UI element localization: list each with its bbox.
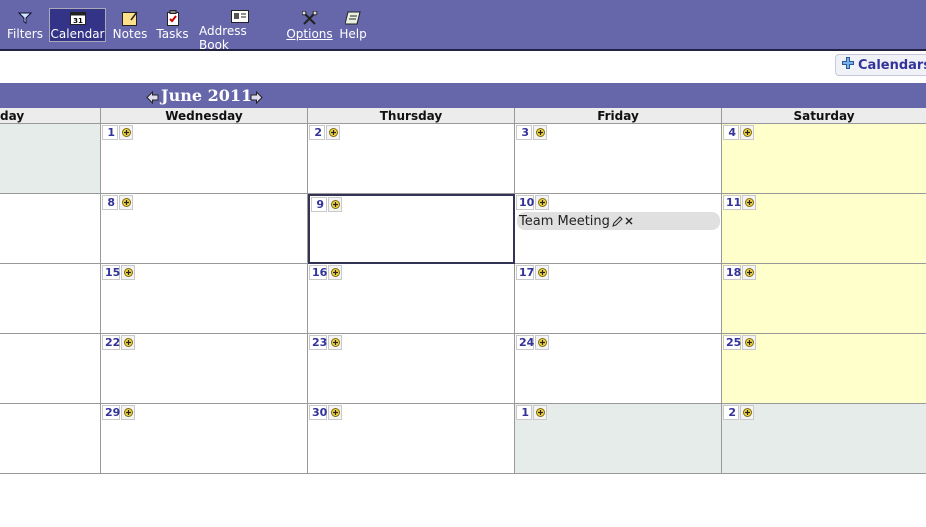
- day-cell-tuesday[interactable]: [0, 334, 101, 404]
- day-number[interactable]: 4: [723, 125, 739, 140]
- day-number[interactable]: 29: [102, 405, 120, 420]
- calendar-icon: 31: [67, 11, 89, 26]
- day-cell-thursday[interactable]: 16: [308, 264, 515, 334]
- day-cell-friday[interactable]: 1: [515, 404, 722, 474]
- add-event-icon[interactable]: [121, 405, 135, 420]
- filter-icon: [14, 10, 36, 26]
- day-cell-friday[interactable]: 17: [515, 264, 722, 334]
- add-event-icon[interactable]: [119, 195, 133, 210]
- day-cell-tuesday[interactable]: [0, 404, 101, 474]
- calendars-button[interactable]: Calendars: [835, 54, 926, 76]
- arrow-left-icon[interactable]: [146, 89, 159, 108]
- day-number[interactable]: 17: [516, 265, 534, 280]
- add-event-icon[interactable]: [328, 335, 342, 350]
- month-title: June 2011: [161, 86, 253, 105]
- add-event-icon[interactable]: [533, 405, 547, 420]
- add-event-icon[interactable]: [533, 125, 547, 140]
- toolbar-calendar[interactable]: 31 Calendar: [49, 8, 106, 42]
- weekday-header-thursday: Thursday: [308, 108, 515, 124]
- day-number[interactable]: 10: [516, 195, 534, 210]
- event-title[interactable]: Team Meeting: [519, 213, 610, 230]
- help-icon: [342, 10, 364, 26]
- calendar-icon-date: 31: [73, 17, 83, 25]
- weekday-header-saturday: Saturday: [722, 108, 926, 124]
- day-number[interactable]: 24: [516, 335, 534, 350]
- day-cell-friday[interactable]: 10 Team Meeting: [515, 194, 722, 264]
- day-number[interactable]: 2: [309, 125, 325, 140]
- main-toolbar: Filters 31 Calendar Notes Tasks Address …: [0, 0, 926, 52]
- day-number[interactable]: 16: [309, 265, 327, 280]
- arrow-right-icon[interactable]: [250, 89, 263, 108]
- day-cell-saturday[interactable]: 4: [722, 124, 926, 194]
- day-number[interactable]: 30: [309, 405, 327, 420]
- add-event-icon[interactable]: [328, 197, 342, 212]
- day-number[interactable]: 23: [309, 335, 327, 350]
- calendars-button-label: Calendars: [858, 57, 926, 73]
- notes-icon: [119, 10, 141, 26]
- toolbar-address-book[interactable]: Address Book: [197, 8, 282, 52]
- weekday-header-friday: Friday: [515, 108, 722, 124]
- day-cell-wednesday[interactable]: 22: [101, 334, 308, 404]
- add-event-icon[interactable]: [535, 195, 549, 210]
- day-cell-tuesday[interactable]: [0, 194, 101, 264]
- add-event-icon[interactable]: [740, 125, 754, 140]
- add-event-icon[interactable]: [742, 195, 756, 210]
- weekday-header-wednesday: Wednesday: [101, 108, 308, 124]
- add-event-icon[interactable]: [535, 335, 549, 350]
- add-event-icon[interactable]: [326, 125, 340, 140]
- day-number[interactable]: 22: [102, 335, 120, 350]
- day-cell-wednesday[interactable]: 1: [101, 124, 308, 194]
- weekday-header-tuesday: day: [0, 108, 101, 124]
- day-cell-saturday[interactable]: 11: [722, 194, 926, 264]
- plus-icon: [842, 57, 854, 73]
- day-number[interactable]: 11: [723, 195, 741, 210]
- add-event-icon[interactable]: [121, 265, 135, 280]
- pencil-icon[interactable]: [612, 215, 623, 227]
- options-icon: [299, 10, 321, 26]
- day-cell-tuesday[interactable]: [0, 124, 101, 194]
- add-event-icon[interactable]: [535, 265, 549, 280]
- address-book-icon: [229, 10, 251, 23]
- day-number[interactable]: 18: [723, 265, 741, 280]
- day-number[interactable]: 3: [516, 125, 532, 140]
- day-cell-thursday[interactable]: 30: [308, 404, 515, 474]
- add-event-icon[interactable]: [742, 335, 756, 350]
- day-cell-wednesday[interactable]: 29: [101, 404, 308, 474]
- day-cell-friday[interactable]: 3: [515, 124, 722, 194]
- toolbar-notes[interactable]: Notes: [112, 8, 148, 42]
- day-cell-saturday[interactable]: 18: [722, 264, 926, 334]
- day-cell-saturday[interactable]: 2: [722, 404, 926, 474]
- tasks-icon: [162, 10, 184, 26]
- add-event-icon[interactable]: [121, 335, 135, 350]
- day-number[interactable]: 25: [723, 335, 741, 350]
- day-cell-thursday[interactable]: 9: [308, 194, 515, 264]
- toolbar-tasks[interactable]: Tasks: [154, 8, 191, 42]
- add-event-icon[interactable]: [740, 405, 754, 420]
- day-number[interactable]: 1: [102, 125, 118, 140]
- day-cell-wednesday[interactable]: 15: [101, 264, 308, 334]
- day-number[interactable]: 1: [516, 405, 532, 420]
- toolbar-help[interactable]: Help: [338, 8, 368, 42]
- add-event-icon[interactable]: [742, 265, 756, 280]
- day-cell-thursday[interactable]: 2: [308, 124, 515, 194]
- day-number[interactable]: 15: [102, 265, 120, 280]
- add-event-icon[interactable]: [119, 125, 133, 140]
- close-icon[interactable]: [625, 217, 633, 225]
- day-number[interactable]: 2: [723, 405, 739, 420]
- day-cell-thursday[interactable]: 23: [308, 334, 515, 404]
- add-event-icon[interactable]: [328, 265, 342, 280]
- day-number[interactable]: 9: [311, 197, 327, 212]
- event-team-meeting[interactable]: Team Meeting: [517, 212, 720, 230]
- toolbar-filters[interactable]: Filters: [6, 8, 44, 42]
- day-cell-friday[interactable]: 24: [515, 334, 722, 404]
- day-number[interactable]: 8: [102, 195, 118, 210]
- day-cell-saturday[interactable]: 25: [722, 334, 926, 404]
- day-cell-wednesday[interactable]: 8: [101, 194, 308, 264]
- add-event-icon[interactable]: [328, 405, 342, 420]
- day-cell-tuesday[interactable]: [0, 264, 101, 334]
- month-bar: June 2011: [0, 83, 926, 108]
- toolbar-options[interactable]: Options: [286, 8, 333, 42]
